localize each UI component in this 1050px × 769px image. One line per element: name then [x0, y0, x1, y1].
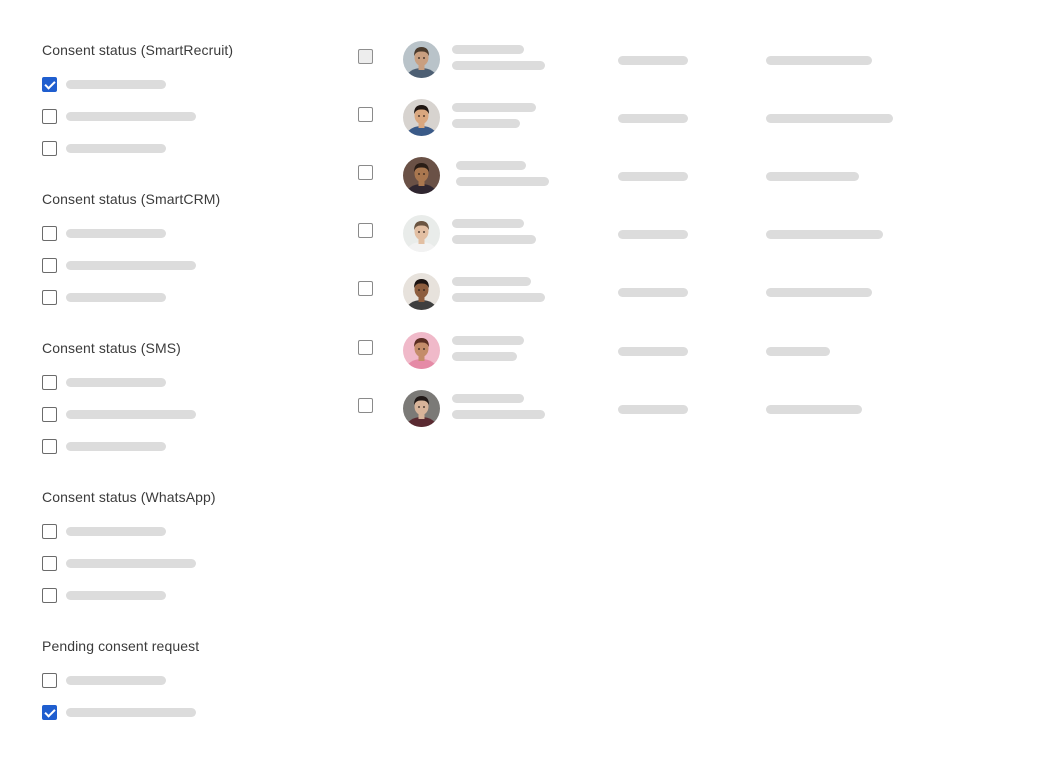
filter-option[interactable]	[42, 439, 302, 455]
row-select-checkbox[interactable]	[358, 107, 373, 122]
filter-group-title: Consent status (SMS)	[42, 340, 181, 356]
name-placeholder	[456, 161, 526, 170]
checkbox[interactable]	[42, 524, 57, 539]
name-placeholder	[452, 394, 524, 403]
checkbox-checked[interactable]	[42, 77, 57, 92]
filter-option[interactable]	[42, 290, 302, 306]
name-placeholder	[452, 45, 524, 54]
avatar	[403, 332, 440, 369]
option-label-placeholder	[66, 261, 196, 270]
option-label-placeholder	[66, 527, 166, 536]
filter-option[interactable]	[42, 77, 302, 93]
subtitle-placeholder	[452, 61, 545, 70]
checkbox[interactable]	[42, 258, 57, 273]
checkbox[interactable]	[42, 673, 57, 688]
filter-option[interactable]	[42, 705, 302, 721]
option-label-placeholder	[66, 591, 166, 600]
status-placeholder	[618, 288, 688, 297]
table-row[interactable]	[358, 99, 918, 139]
filter-group-title: Consent status (SmartRecruit)	[42, 42, 234, 58]
filter-option[interactable]	[42, 524, 302, 540]
checkbox[interactable]	[42, 439, 57, 454]
detail-placeholder	[766, 230, 883, 239]
checkbox[interactable]	[42, 290, 57, 305]
table-row[interactable]	[358, 41, 918, 81]
checkbox[interactable]	[42, 109, 57, 124]
row-select-checkbox[interactable]	[358, 165, 373, 180]
name-placeholder	[452, 277, 531, 286]
subtitle-placeholder	[452, 352, 517, 361]
avatar	[403, 41, 440, 78]
filter-option[interactable]	[42, 556, 302, 572]
option-label-placeholder	[66, 80, 166, 89]
option-label-placeholder	[66, 676, 166, 685]
checkbox[interactable]	[42, 407, 57, 422]
option-label-placeholder	[66, 559, 196, 568]
status-placeholder	[618, 347, 688, 356]
checkbox[interactable]	[42, 226, 57, 241]
detail-placeholder	[766, 288, 872, 297]
status-placeholder	[618, 405, 688, 414]
detail-placeholder	[766, 114, 893, 123]
table-row[interactable]	[358, 157, 918, 197]
detail-placeholder	[766, 347, 830, 356]
subtitle-placeholder	[452, 119, 520, 128]
option-label-placeholder	[66, 229, 166, 238]
subtitle-placeholder	[456, 177, 549, 186]
status-placeholder	[618, 114, 688, 123]
filter-option[interactable]	[42, 226, 302, 242]
checkbox[interactable]	[42, 141, 57, 156]
filter-option[interactable]	[42, 407, 302, 423]
filter-option[interactable]	[42, 673, 302, 689]
status-placeholder	[618, 56, 688, 65]
detail-placeholder	[766, 405, 862, 414]
status-placeholder	[618, 172, 688, 181]
subtitle-placeholder	[452, 235, 536, 244]
checkbox[interactable]	[42, 588, 57, 603]
row-select-checkbox[interactable]	[358, 223, 373, 238]
avatar	[403, 157, 440, 194]
detail-placeholder	[766, 56, 872, 65]
table-row[interactable]	[358, 273, 918, 313]
filter-option[interactable]	[42, 109, 302, 125]
filter-option[interactable]	[42, 375, 302, 391]
subtitle-placeholder	[452, 410, 545, 419]
detail-placeholder	[766, 172, 859, 181]
option-label-placeholder	[66, 144, 166, 153]
avatar	[403, 215, 440, 252]
avatar	[403, 99, 440, 136]
row-select-checkbox[interactable]	[358, 281, 373, 296]
name-placeholder	[452, 103, 536, 112]
filter-option[interactable]	[42, 141, 302, 157]
option-label-placeholder	[66, 293, 166, 302]
filter-group-title: Consent status (WhatsApp)	[42, 489, 216, 505]
checkbox-checked[interactable]	[42, 705, 57, 720]
filter-option[interactable]	[42, 258, 302, 274]
checkbox[interactable]	[42, 375, 57, 390]
table-row[interactable]	[358, 332, 918, 372]
avatar	[403, 390, 440, 427]
row-select-checkbox[interactable]	[358, 398, 373, 413]
status-placeholder	[618, 230, 688, 239]
option-label-placeholder	[66, 708, 196, 717]
filter-group-title: Pending consent request	[42, 638, 200, 654]
row-select-checkbox[interactable]	[358, 340, 373, 355]
filter-option[interactable]	[42, 588, 302, 604]
name-placeholder	[452, 219, 524, 228]
table-row[interactable]	[358, 215, 918, 255]
checkbox[interactable]	[42, 556, 57, 571]
option-label-placeholder	[66, 410, 196, 419]
option-label-placeholder	[66, 378, 166, 387]
row-select-checkbox[interactable]	[358, 49, 373, 64]
option-label-placeholder	[66, 112, 196, 121]
name-placeholder	[452, 336, 524, 345]
filter-group-title: Consent status (SmartCRM)	[42, 191, 221, 207]
table-row[interactable]	[358, 390, 918, 430]
avatar	[403, 273, 440, 310]
option-label-placeholder	[66, 442, 166, 451]
subtitle-placeholder	[452, 293, 545, 302]
